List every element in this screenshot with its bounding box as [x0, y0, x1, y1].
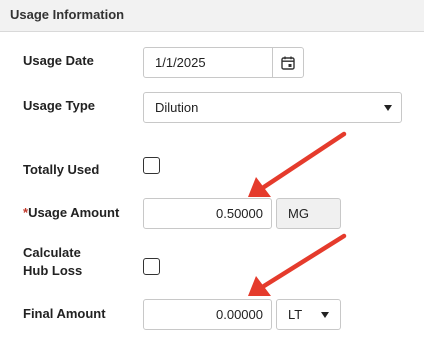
usage-amount-input[interactable]: 0.50000 — [143, 198, 272, 229]
usage-amount-label-text: Usage Amount — [28, 205, 120, 220]
usage-type-select[interactable]: Dilution — [143, 92, 402, 123]
arrow-to-final-amount — [248, 233, 347, 296]
usage-amount-label: *Usage Amount — [23, 204, 119, 222]
final-amount-label: Final Amount — [23, 306, 106, 321]
usage-amount-value: 0.50000 — [216, 206, 263, 221]
arrow-to-usage-amount — [248, 131, 347, 197]
usage-amount-unit: MG — [276, 198, 341, 229]
usage-type-value: Dilution — [155, 100, 199, 115]
usage-date-label: Usage Date — [23, 53, 94, 68]
usage-amount-unit-value: MG — [288, 206, 309, 221]
usage-date-value: 1/1/2025 — [155, 55, 206, 70]
calculate-hub-loss-label-line1: Calculate — [23, 245, 81, 260]
totally-used-label: Totally Used — [23, 162, 100, 177]
date-picker-button[interactable] — [272, 47, 304, 78]
final-amount-input[interactable]: 0.00000 — [143, 299, 272, 330]
usage-type-label: Usage Type — [23, 98, 96, 113]
panel-header: Usage Information — [0, 0, 424, 32]
chevron-down-icon — [321, 312, 329, 318]
final-amount-unit-value: LT — [288, 307, 303, 322]
calculate-hub-loss-checkbox[interactable] — [143, 258, 160, 275]
final-amount-value: 0.00000 — [216, 307, 263, 322]
chevron-down-icon — [384, 105, 392, 111]
calculate-hub-loss-label-line2: Hub Loss — [23, 263, 83, 278]
usage-date-input[interactable]: 1/1/2025 — [143, 47, 274, 78]
final-amount-unit-select[interactable]: LT — [276, 299, 341, 330]
calendar-icon — [281, 56, 295, 70]
panel-title: Usage Information — [10, 7, 125, 22]
usage-information-panel: Usage Information Usage Date 1/1/2025 Us… — [0, 0, 424, 346]
totally-used-checkbox[interactable] — [143, 157, 160, 174]
